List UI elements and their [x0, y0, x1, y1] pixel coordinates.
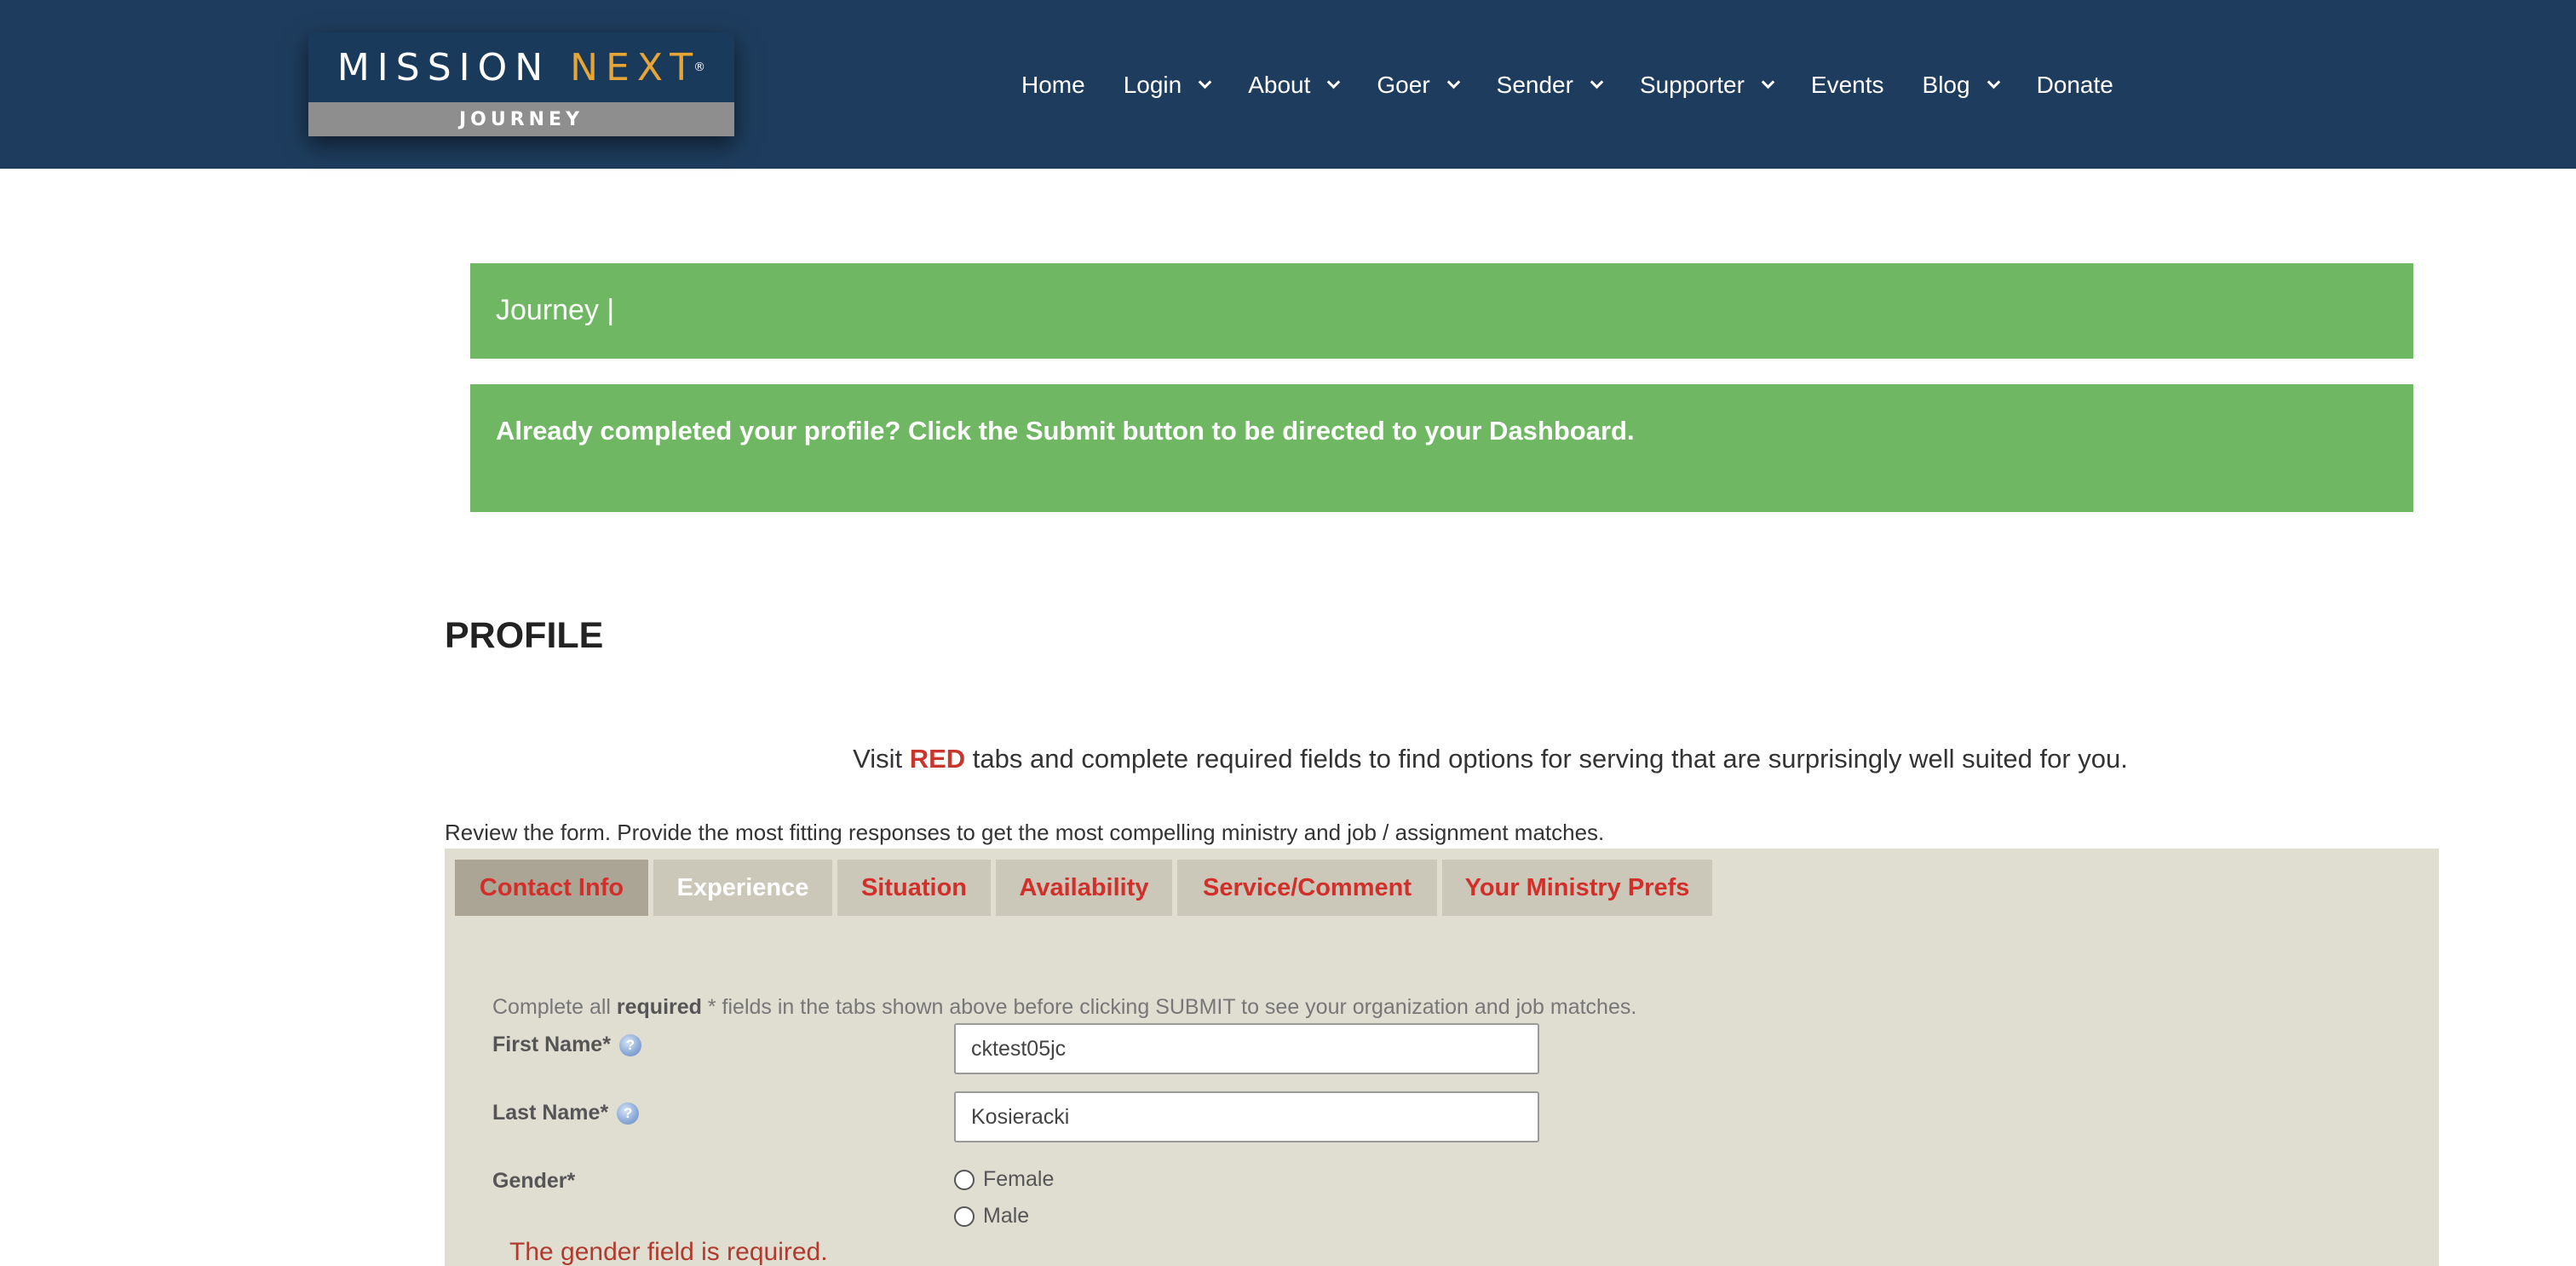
instr-prefix: Complete all	[492, 995, 617, 1019]
profile-tabs: Contact Info Experience Situation Availa…	[455, 860, 1717, 916]
nav-sender[interactable]: Sender	[1496, 72, 1604, 99]
nav-home[interactable]: Home	[1021, 72, 1085, 99]
tab-contact-info[interactable]: Contact Info	[455, 860, 648, 916]
male-label: Male	[983, 1204, 1030, 1228]
chevron-down-icon[interactable]	[1446, 75, 1460, 89]
chevron-down-icon[interactable]	[1327, 75, 1341, 89]
gender-option-female[interactable]: Female	[954, 1167, 1054, 1192]
site-header: MISSION NEXT ® JOURNEY Home Login About G…	[0, 0, 2576, 169]
main-nav: Home Login About Goer Sender Supporter E…	[1021, 66, 2113, 104]
gender-label-text: Gender*	[492, 1169, 576, 1193]
tab-experience[interactable]: Experience	[653, 860, 832, 916]
first-name-label-text: First Name*	[492, 1033, 611, 1056]
nav-supporter-label: Supporter	[1639, 72, 1745, 98]
registered-mark-icon: ®	[693, 60, 706, 74]
chevron-down-icon[interactable]	[1761, 75, 1775, 89]
nav-about-label: About	[1248, 72, 1311, 98]
chevron-down-icon[interactable]	[1590, 75, 1604, 89]
nav-goer-label: Goer	[1377, 72, 1430, 98]
female-label: Female	[983, 1167, 1055, 1191]
review-instructions: Review the form. Provide the most fittin…	[445, 820, 1605, 845]
nav-donate-label: Donate	[2036, 72, 2113, 98]
nav-donate[interactable]: Donate	[2037, 72, 2113, 99]
male-radio[interactable]	[954, 1206, 975, 1227]
first-name-field[interactable]	[954, 1023, 1539, 1074]
nav-events[interactable]: Events	[1811, 72, 1884, 99]
missionnext-logo[interactable]: MISSION NEXT ® JOURNEY	[308, 32, 734, 136]
page-title: PROFILE	[445, 615, 604, 656]
nav-login-label: Login	[1123, 72, 1182, 98]
tab-service-comment[interactable]: Service/Comment	[1177, 860, 1437, 916]
journey-banner: Journey |	[470, 263, 2413, 359]
female-radio[interactable]	[954, 1169, 975, 1190]
instr-suffix: * fields in the tabs shown above before …	[701, 995, 1637, 1019]
last-name-label-text: Last Name*	[492, 1101, 609, 1125]
nav-goer[interactable]: Goer	[1377, 72, 1460, 99]
visit-prefix: Visit	[853, 744, 910, 774]
nav-about[interactable]: About	[1248, 72, 1341, 99]
chevron-down-icon[interactable]	[1987, 75, 2000, 89]
nav-home-label: Home	[1021, 72, 1085, 98]
visit-suffix: tabs and complete required fields to fin…	[965, 744, 2128, 774]
visit-red-word: RED	[909, 744, 966, 774]
logo-wordmark: MISSION NEXT ®	[308, 32, 734, 102]
logo-tagline: JOURNEY	[308, 102, 734, 136]
first-name-label: First Name* ?	[492, 1033, 641, 1057]
nav-sender-label: Sender	[1496, 72, 1573, 98]
tab-your-ministry-prefs[interactable]: Your Ministry Prefs	[1442, 860, 1712, 916]
help-icon[interactable]: ?	[617, 1102, 640, 1125]
visit-instructions: Visit RED tabs and complete required fie…	[0, 744, 2576, 774]
chevron-down-icon[interactable]	[1198, 75, 1212, 89]
tab-situation[interactable]: Situation	[837, 860, 991, 916]
gender-option-male[interactable]: Male	[954, 1204, 1029, 1229]
logo-word-mission: MISSION	[336, 45, 551, 89]
profile-complete-banner: Already completed your profile? Click th…	[470, 384, 2413, 512]
instr-required: required	[616, 995, 702, 1019]
nav-blog[interactable]: Blog	[1922, 72, 2000, 99]
nav-login[interactable]: Login	[1123, 72, 1212, 99]
profile-form-panel: Contact Info Experience Situation Availa…	[445, 849, 2439, 1266]
gender-error-message: The gender field is required.	[509, 1238, 828, 1266]
nav-events-label: Events	[1810, 72, 1884, 98]
help-icon[interactable]: ?	[618, 1033, 641, 1056]
nav-supporter[interactable]: Supporter	[1639, 72, 1775, 99]
last-name-label: Last Name* ?	[492, 1101, 640, 1125]
gender-label: Gender*	[492, 1169, 575, 1194]
nav-blog-label: Blog	[1922, 72, 1970, 98]
form-instructions: Complete all required * fields in the ta…	[492, 995, 1636, 1020]
tab-availability[interactable]: Availability	[996, 860, 1172, 916]
logo-word-next: NEXT	[570, 45, 701, 89]
last-name-field[interactable]	[954, 1091, 1539, 1142]
